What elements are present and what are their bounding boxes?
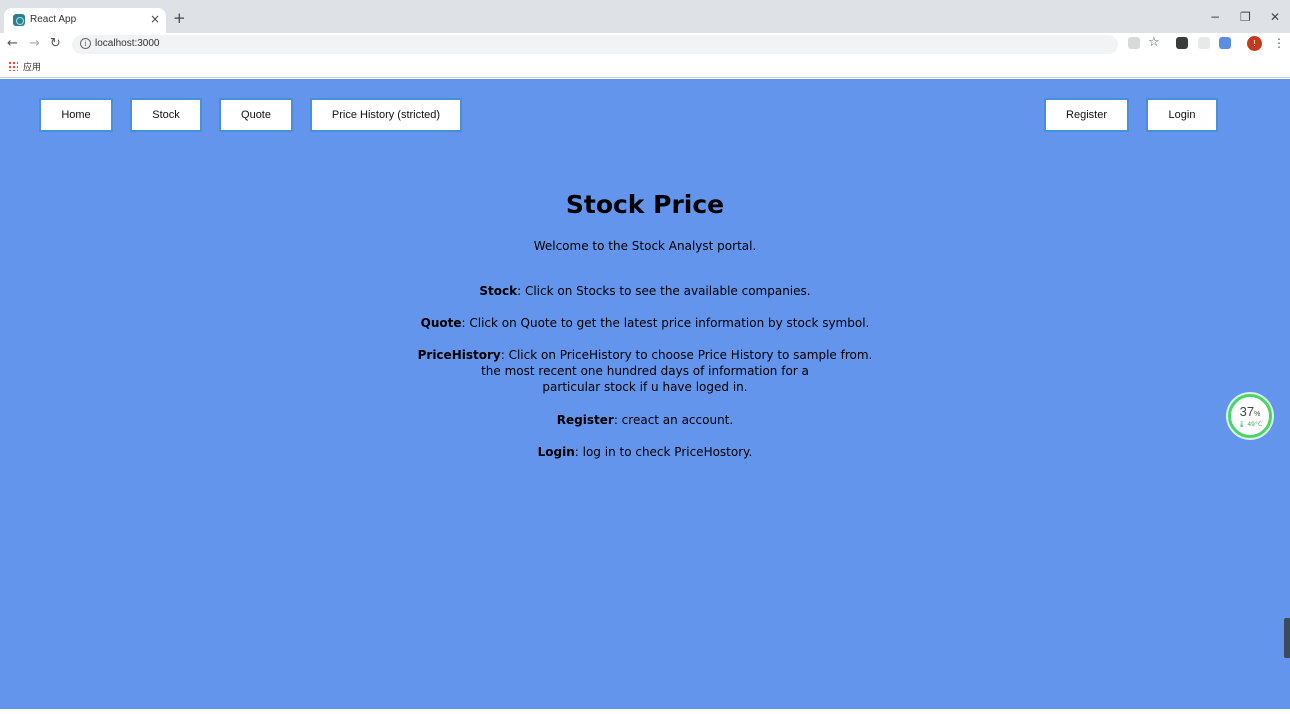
quote-term: Quote xyxy=(420,316,462,330)
bookmarks-bar: 应用 xyxy=(0,55,1290,78)
pricehistory-continuation-2: particular stock if u have loged in. xyxy=(542,380,748,394)
pricehistory-term: PriceHistory xyxy=(417,348,501,362)
pricehistory-text: : Click on PriceHistory to choose Price … xyxy=(500,348,873,362)
nav-quote-button[interactable]: Quote xyxy=(219,98,293,132)
register-text: : creact an account. xyxy=(613,413,734,427)
profile-avatar[interactable]: ! xyxy=(1247,36,1262,51)
minimize-button[interactable]: − xyxy=(1210,10,1220,24)
page-body: Home Stock Quote Price History (stricted… xyxy=(0,79,1290,709)
pricehistory-description: PriceHistory: Click on PriceHistory to c… xyxy=(0,348,1290,362)
url-text[interactable]: localhost:3000 xyxy=(95,38,160,49)
restore-button[interactable]: ❐ xyxy=(1240,10,1251,24)
nav-stock-button[interactable]: Stock xyxy=(130,98,202,132)
tab-title: React App xyxy=(30,14,77,25)
pricehistory-continuation-1: the most recent one hundred days of info… xyxy=(481,364,809,378)
close-window-button[interactable]: ✕ xyxy=(1270,10,1280,24)
side-panel-handle[interactable] xyxy=(1284,618,1290,658)
quote-text: : Click on Quote to get the latest price… xyxy=(461,316,870,330)
register-description: Register: creact an account. xyxy=(0,413,1290,427)
stock-text: : Click on Stocks to see the available c… xyxy=(517,284,811,298)
nav-price-history-button[interactable]: Price History (stricted) xyxy=(310,98,462,132)
nav-home-button[interactable]: Home xyxy=(39,98,113,132)
widget-unit: % xyxy=(1254,411,1261,418)
widget-temperature: 🌡 49°C xyxy=(1237,421,1263,428)
register-term: Register xyxy=(556,413,614,427)
widget-number: 37 xyxy=(1239,404,1255,419)
omnibox[interactable]: i localhost:3000 xyxy=(72,35,1118,54)
extension-doc-icon[interactable] xyxy=(1219,37,1231,49)
new-tab-button[interactable]: + xyxy=(173,11,186,26)
translate-icon[interactable] xyxy=(1128,37,1140,49)
welcome-text: Welcome to the Stock Analyst portal. xyxy=(533,239,757,253)
login-term: Login xyxy=(537,445,575,459)
extension-cloud-icon[interactable] xyxy=(1198,37,1210,49)
stock-description: Stock: Click on Stocks to see the availa… xyxy=(0,284,1290,298)
widget-value: 37% xyxy=(1231,404,1269,419)
react-favicon-icon xyxy=(13,14,25,26)
login-text: : log in to check PriceHostory. xyxy=(574,445,753,459)
apps-grid-icon[interactable] xyxy=(8,61,18,71)
cpu-usage-widget[interactable]: 37% 🌡 49°C xyxy=(1228,394,1272,438)
tab-close-icon[interactable]: × xyxy=(150,12,160,26)
extension-badge-icon[interactable] xyxy=(1176,37,1188,49)
bottom-edge xyxy=(0,709,1290,714)
apps-shortcut-label[interactable]: 应用 xyxy=(23,60,41,73)
menu-kebab-icon[interactable]: ⋮ xyxy=(1273,36,1285,50)
stock-term: Stock xyxy=(479,284,518,298)
browser-tab[interactable]: React App × xyxy=(4,8,166,33)
forward-arrow-icon[interactable]: → xyxy=(29,36,40,51)
address-bar-row: ← → ↻ i localhost:3000 ☆ ! ⋮ xyxy=(0,33,1290,55)
tab-strip: React App × + − ❐ ✕ xyxy=(0,0,1290,33)
reload-icon[interactable]: ↻ xyxy=(50,36,61,51)
back-arrow-icon[interactable]: ← xyxy=(7,36,18,51)
info-icon[interactable]: i xyxy=(80,38,91,49)
nav-login-button[interactable]: Login xyxy=(1146,98,1218,132)
bookmark-star-icon[interactable]: ☆ xyxy=(1148,35,1160,50)
quote-description: Quote: Click on Quote to get the latest … xyxy=(0,316,1290,330)
nav-register-button[interactable]: Register xyxy=(1044,98,1129,132)
login-description: Login: log in to check PriceHostory. xyxy=(0,445,1290,459)
page-title: Stock Price xyxy=(565,190,725,219)
